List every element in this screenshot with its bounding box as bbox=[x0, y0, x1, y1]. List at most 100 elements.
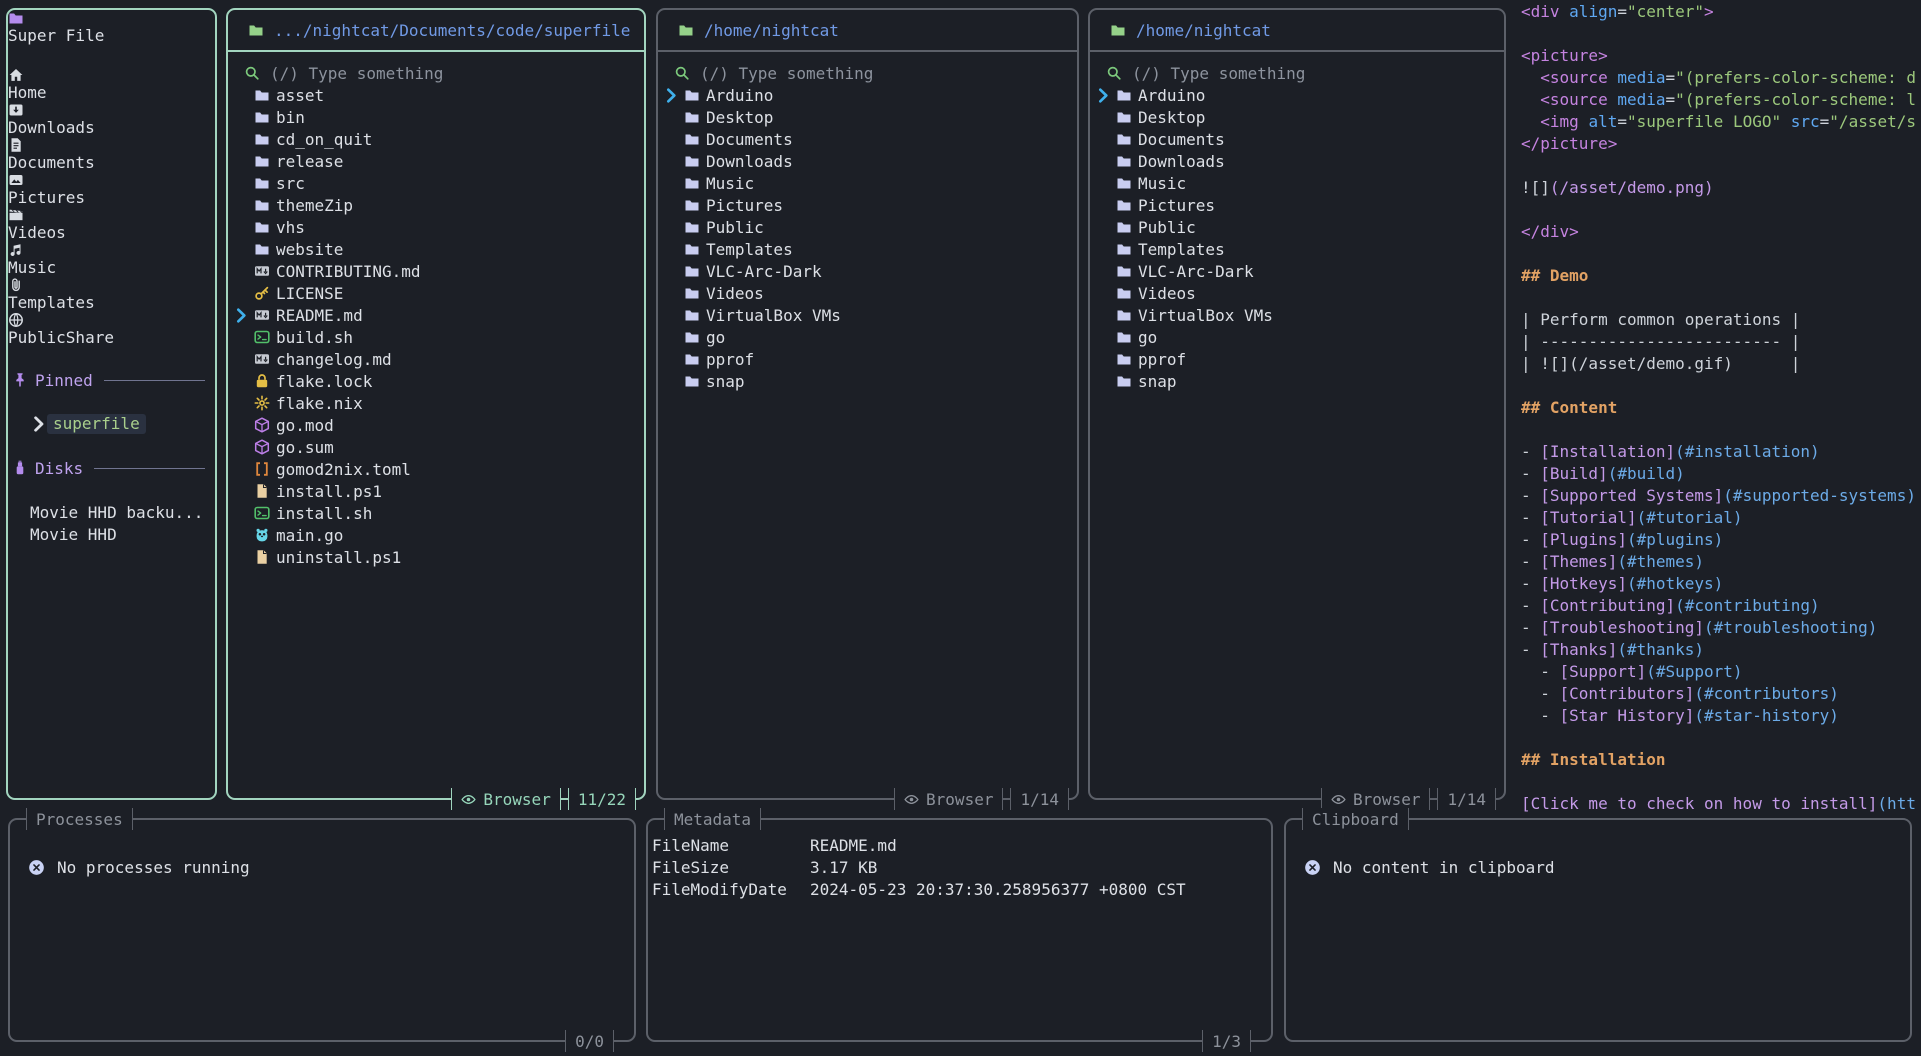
file-row-cursor[interactable]: Arduino bbox=[1090, 84, 1504, 106]
folder-icon bbox=[1116, 131, 1132, 147]
search-bar[interactable]: (/) Type something bbox=[1090, 62, 1504, 84]
metadata-row: FileNameREADME.md bbox=[648, 834, 1271, 856]
file-row[interactable]: CONTRIBUTING.md bbox=[228, 260, 644, 282]
sidebar-item-downloads[interactable]: Downloads bbox=[8, 102, 215, 137]
file-row[interactable]: pprof bbox=[1090, 348, 1504, 370]
file-row[interactable]: Downloads bbox=[658, 150, 1077, 172]
search-icon bbox=[1106, 65, 1122, 81]
disks-section-header: Disks bbox=[8, 457, 215, 479]
file-row[interactable]: website bbox=[228, 238, 644, 260]
file-row[interactable]: main.go bbox=[228, 524, 644, 546]
folder-icon bbox=[684, 285, 700, 301]
folder-icon bbox=[254, 131, 270, 147]
file-row[interactable]: Music bbox=[658, 172, 1077, 194]
sidebar-item-publicshare[interactable]: PublicShare bbox=[8, 312, 215, 347]
file-row[interactable]: Desktop bbox=[1090, 106, 1504, 128]
sidebar-item-pictures[interactable]: Pictures bbox=[8, 172, 215, 207]
file-row-cursor[interactable]: Arduino bbox=[658, 84, 1077, 106]
sidebar-item-documents[interactable]: Documents bbox=[8, 137, 215, 172]
file-row[interactable]: Videos bbox=[1090, 282, 1504, 304]
file-row[interactable]: snap bbox=[658, 370, 1077, 392]
processes-counter: 0/0 bbox=[565, 1030, 614, 1052]
section-divider bbox=[94, 468, 205, 469]
sidebar-item-templates[interactable]: Templates bbox=[8, 277, 215, 312]
file-row[interactable]: Pictures bbox=[658, 194, 1077, 216]
disk-item[interactable]: Movie HHD bbox=[8, 523, 215, 545]
file-row[interactable]: Music bbox=[1090, 172, 1504, 194]
file-row[interactable]: changelog.md bbox=[228, 348, 644, 370]
file-row[interactable]: go.mod bbox=[228, 414, 644, 436]
package-icon bbox=[254, 439, 270, 455]
file-row[interactable]: Templates bbox=[1090, 238, 1504, 260]
sidebar-item-music[interactable]: Music bbox=[8, 242, 215, 277]
file-row[interactable]: gomod2nix.toml bbox=[228, 458, 644, 480]
sidebar-item-home[interactable]: Home bbox=[8, 67, 215, 102]
folder-icon bbox=[254, 197, 270, 213]
file-row[interactable]: snap bbox=[1090, 370, 1504, 392]
file-row[interactable]: build.sh bbox=[228, 326, 644, 348]
file-row[interactable]: Public bbox=[1090, 216, 1504, 238]
sidebar-title: Super File bbox=[8, 10, 215, 45]
search-bar[interactable]: (/) Type something bbox=[658, 62, 1077, 84]
file-row[interactable]: themeZip bbox=[228, 194, 644, 216]
preview-line bbox=[1521, 420, 1921, 442]
panel-footer: Browser 11/22 bbox=[451, 788, 636, 810]
file-row[interactable]: VLC-Arc-Dark bbox=[1090, 260, 1504, 282]
file-row[interactable]: install.sh bbox=[228, 502, 644, 524]
processes-panel: Processes No processes running 0/0 bbox=[8, 818, 636, 1042]
file-row[interactable]: go bbox=[658, 326, 1077, 348]
folder-icon bbox=[684, 109, 700, 125]
folder-icon bbox=[1116, 241, 1132, 257]
file-row[interactable]: Desktop bbox=[658, 106, 1077, 128]
panel-header: /home/nightcat bbox=[658, 10, 1077, 52]
preview-line: [Click me to check on how to install](ht… bbox=[1521, 794, 1921, 816]
file-row[interactable]: Documents bbox=[658, 128, 1077, 150]
disk-item[interactable]: Movie HHD backu... bbox=[8, 501, 215, 523]
search-bar[interactable]: (/) Type something bbox=[228, 62, 644, 84]
file-row[interactable]: flake.lock bbox=[228, 370, 644, 392]
file-row[interactable]: LICENSE bbox=[228, 282, 644, 304]
file-row[interactable]: vhs bbox=[228, 216, 644, 238]
file-panel-3: /home/nightcat (/) Type something Arduin… bbox=[1088, 8, 1506, 800]
sidebar-item-videos[interactable]: Videos bbox=[8, 207, 215, 242]
file-row[interactable]: bin bbox=[228, 106, 644, 128]
folder-icon bbox=[254, 241, 270, 257]
file-row[interactable]: cd_on_quit bbox=[228, 128, 644, 150]
file-row[interactable]: go bbox=[1090, 326, 1504, 348]
usb-icon bbox=[12, 460, 28, 476]
download-icon bbox=[8, 102, 24, 118]
file-row[interactable]: Public bbox=[658, 216, 1077, 238]
file-row[interactable]: VirtualBox VMs bbox=[658, 304, 1077, 326]
file-row[interactable]: Pictures bbox=[1090, 194, 1504, 216]
metadata-row: FileModifyDate2024-05-23 20:37:30.258956… bbox=[648, 878, 1271, 900]
file-row[interactable]: release bbox=[228, 150, 644, 172]
folder-icon bbox=[684, 329, 700, 345]
panel-counter: 1/14 bbox=[1437, 788, 1496, 810]
folder-icon bbox=[254, 109, 270, 125]
file-row[interactable]: Downloads bbox=[1090, 150, 1504, 172]
pinned-section-header: Pinned bbox=[8, 369, 215, 391]
file-row[interactable]: Templates bbox=[658, 238, 1077, 260]
file-row[interactable]: install.ps1 bbox=[228, 480, 644, 502]
file-row[interactable]: Videos bbox=[658, 282, 1077, 304]
preview-line: - [Plugins](#plugins) bbox=[1521, 530, 1921, 552]
sidebar-item-superfile[interactable]: superfile bbox=[8, 413, 215, 435]
file-row[interactable]: flake.nix bbox=[228, 392, 644, 414]
file-row[interactable]: Documents bbox=[1090, 128, 1504, 150]
folder-icon bbox=[684, 197, 700, 213]
preview-line bbox=[1521, 244, 1921, 266]
file-row[interactable]: asset bbox=[228, 84, 644, 106]
folder-icon bbox=[684, 307, 700, 323]
music-icon bbox=[8, 242, 24, 258]
file-row[interactable]: src bbox=[228, 172, 644, 194]
file-row[interactable]: go.sum bbox=[228, 436, 644, 458]
file-row[interactable]: uninstall.ps1 bbox=[228, 546, 644, 568]
file-row[interactable]: VirtualBox VMs bbox=[1090, 304, 1504, 326]
file-row[interactable]: pprof bbox=[658, 348, 1077, 370]
preview-line: <source media="(prefers-color-scheme: d bbox=[1521, 68, 1921, 90]
file-icon bbox=[254, 483, 270, 499]
file-row-cursor[interactable]: README.md bbox=[228, 304, 644, 326]
sidebar: Super File Home Downloads Documents Pict… bbox=[6, 8, 217, 800]
file-row[interactable]: VLC-Arc-Dark bbox=[658, 260, 1077, 282]
image-icon bbox=[8, 172, 24, 188]
